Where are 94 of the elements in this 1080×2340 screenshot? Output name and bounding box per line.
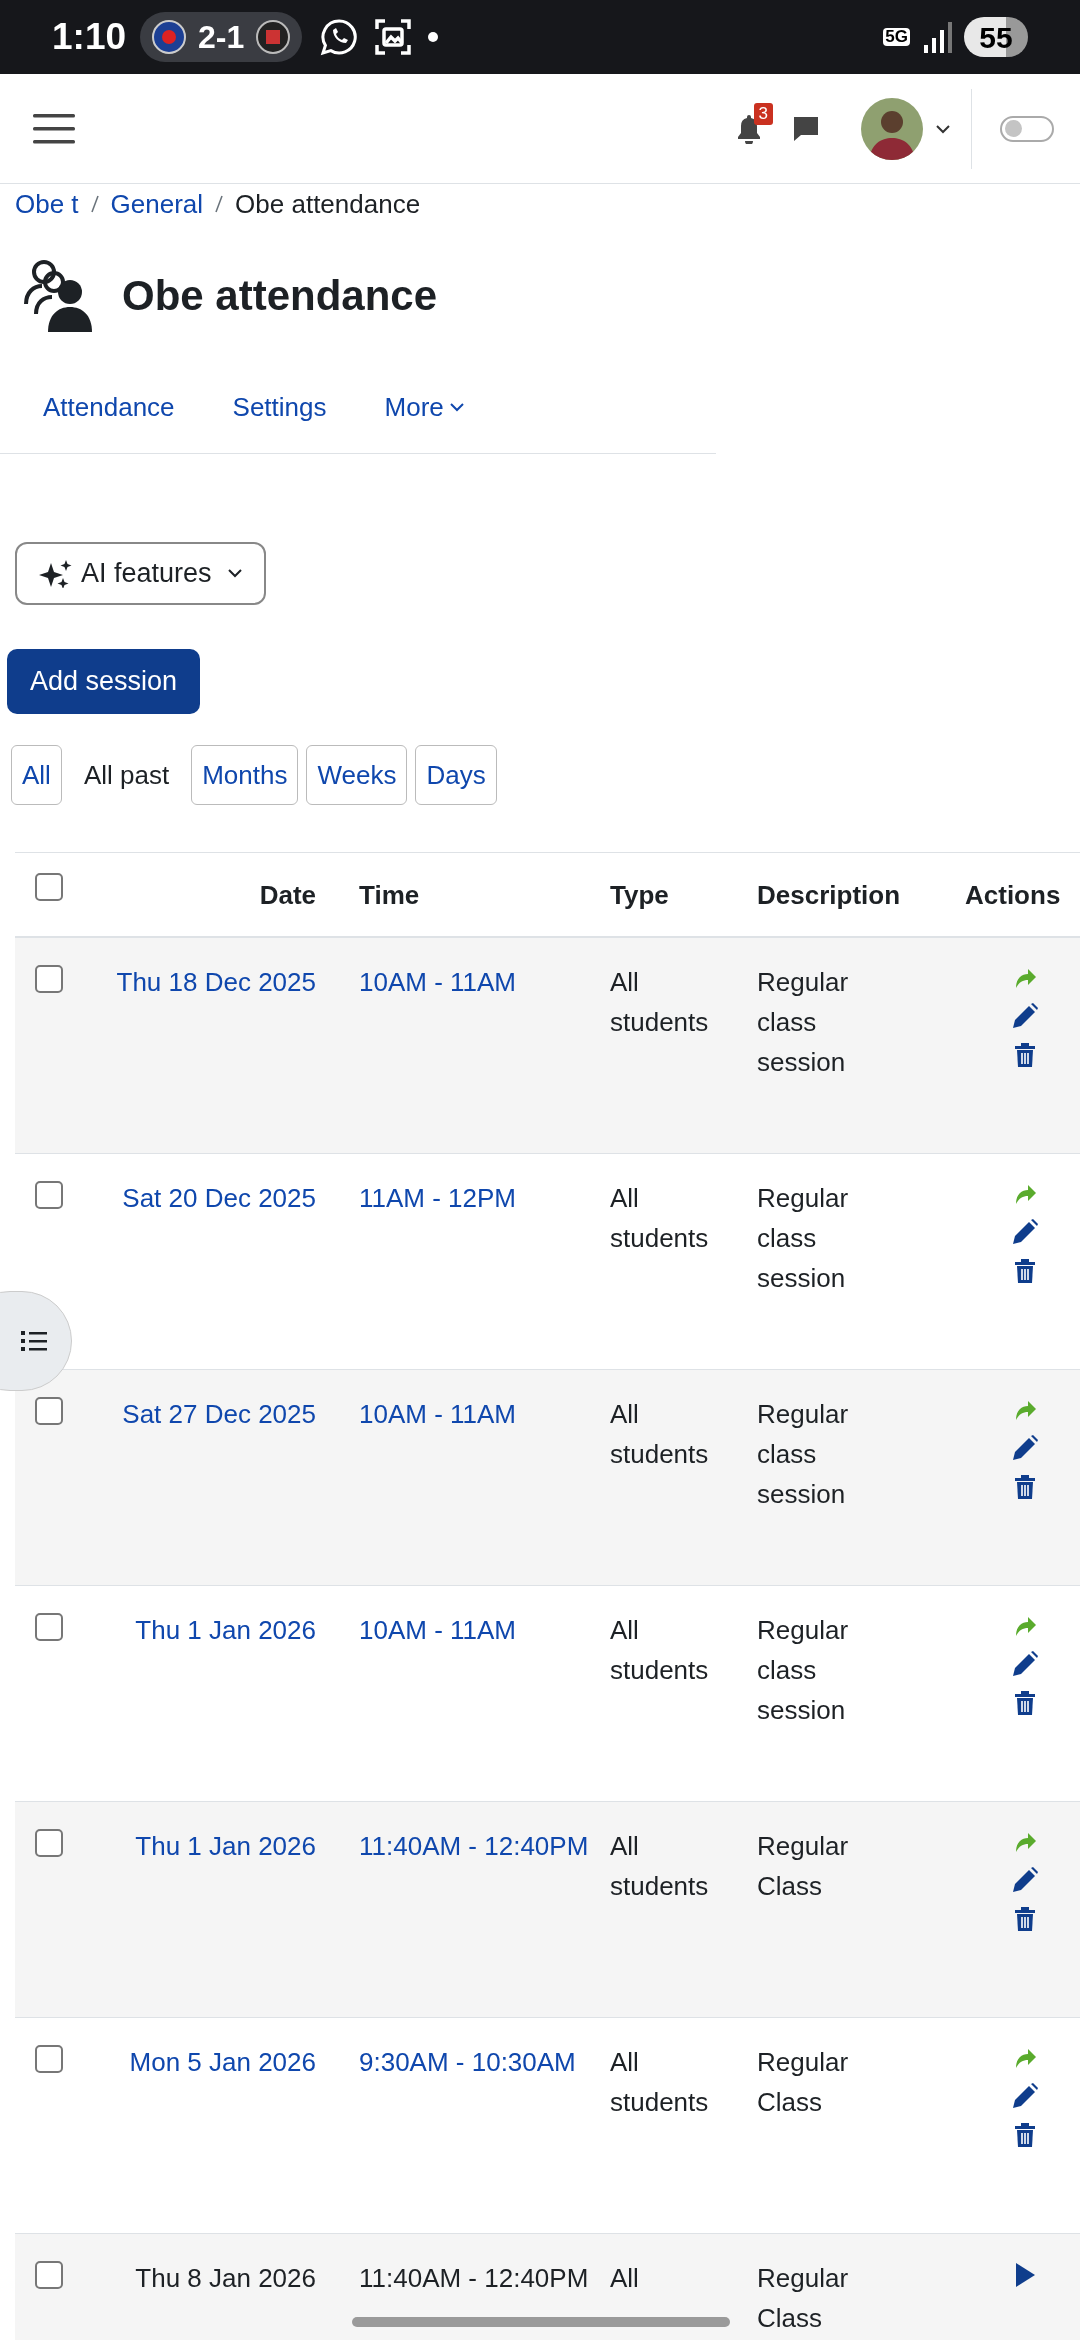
- date-link[interactable]: Thu 18 Dec 2025: [116, 967, 316, 997]
- table-cell-text: Regular class session: [757, 1182, 850, 1295]
- crest-icon: [256, 20, 291, 54]
- arrow-icon[interactable]: [1014, 1614, 1036, 1638]
- checkbox[interactable]: [35, 872, 63, 901]
- table-cell-text: All students: [610, 2046, 710, 2119]
- table-cell-text: Regular class session: [757, 1398, 850, 1511]
- table-cell-text: All students: [610, 1182, 710, 1255]
- filter-tab[interactable]: Weeks: [306, 745, 408, 805]
- separator-icon: [215, 195, 224, 213]
- menu-icon[interactable]: [33, 112, 75, 145]
- table-cell-text: All students: [610, 1830, 710, 1903]
- pencil-icon[interactable]: [1011, 1866, 1039, 1894]
- checkbox[interactable]: [35, 1613, 63, 1641]
- table-cell-text: Regular Class: [757, 2046, 850, 2119]
- breadcrumb-link[interactable]: Obe t: [15, 188, 79, 220]
- checkbox[interactable]: [35, 1829, 63, 1857]
- time-text: 11:40AM - 12:40PM: [359, 2263, 589, 2293]
- table-cell-text: Regular Class: [757, 2262, 850, 2335]
- date-link[interactable]: Sat 20 Dec 2025: [122, 1183, 316, 1213]
- filter-tab[interactable]: All: [11, 745, 62, 805]
- arrow-icon[interactable]: [1014, 2046, 1036, 2070]
- column-header: Time: [359, 879, 420, 910]
- separator-icon: [90, 195, 99, 213]
- arrow-icon[interactable]: [1014, 1398, 1036, 1422]
- table-cell-text: Regular Class: [757, 1830, 850, 1903]
- breadcrumb-link[interactable]: General: [110, 188, 204, 220]
- pencil-icon[interactable]: [1011, 1218, 1039, 1246]
- date-link[interactable]: Thu 1 Jan 2026: [135, 1615, 316, 1645]
- table-cell-text: All students: [610, 1614, 710, 1687]
- table-cell-text: All students: [610, 966, 710, 1039]
- pencil-icon[interactable]: [1011, 2082, 1039, 2110]
- pencil-icon[interactable]: [1011, 1434, 1039, 1462]
- nav-tab[interactable]: More: [384, 388, 444, 427]
- time-link[interactable]: 10AM - 11AM: [359, 1615, 516, 1645]
- column-header: Type: [610, 879, 669, 910]
- trash-icon[interactable]: [1014, 1474, 1036, 1500]
- trash-icon[interactable]: [1014, 2122, 1036, 2148]
- play-icon[interactable]: [1014, 2262, 1036, 2288]
- checkbox[interactable]: [35, 2261, 63, 2289]
- time-link[interactable]: 11:40AM - 12:40PM: [359, 1831, 589, 1861]
- filter-tab[interactable]: Days: [415, 745, 497, 805]
- notification-badge: 3: [753, 102, 773, 125]
- time-link[interactable]: 11AM - 12PM: [359, 1183, 516, 1213]
- time-link[interactable]: 9:30AM - 10:30AM: [359, 2047, 576, 2077]
- clock-time: 1:10: [52, 15, 127, 60]
- chat-app-icon: [320, 18, 359, 56]
- dot-icon: [428, 32, 439, 42]
- add-session-button[interactable]: Add session: [7, 649, 201, 714]
- ai-features-button[interactable]: AI features: [15, 542, 266, 605]
- time-link[interactable]: 10AM - 11AM: [359, 1399, 516, 1429]
- toggle-switch[interactable]: [1000, 115, 1054, 142]
- table-cell-text: Regular class session: [757, 966, 850, 1079]
- trash-icon[interactable]: [1014, 1258, 1036, 1284]
- screenshot-icon: [374, 18, 413, 56]
- date-text: Thu 8 Jan 2026: [135, 2263, 316, 2293]
- nav-tab[interactable]: Settings: [232, 388, 327, 427]
- column-header: Date: [259, 879, 316, 910]
- checkbox[interactable]: [35, 2045, 63, 2073]
- breadcrumb-current: Obe attendance: [235, 188, 421, 220]
- filter-tab[interactable]: Months: [191, 745, 299, 805]
- column-header: Actions: [965, 879, 1061, 910]
- page-title: Obe attendance: [122, 270, 438, 321]
- table-cell-text: All: [610, 2262, 640, 2295]
- pencil-icon[interactable]: [1011, 1002, 1039, 1030]
- sparkle-icon: [39, 559, 73, 588]
- nav-tab[interactable]: Attendance: [43, 388, 175, 427]
- trash-icon[interactable]: [1014, 1042, 1036, 1068]
- list-icon: [21, 1330, 47, 1352]
- crest-icon: [152, 20, 187, 54]
- table-cell-text: All students: [610, 1398, 710, 1471]
- caret-icon: [227, 569, 242, 578]
- arrow-icon[interactable]: [1014, 1182, 1036, 1206]
- checkbox[interactable]: [35, 965, 63, 993]
- time-link[interactable]: 10AM - 11AM: [359, 967, 516, 997]
- signal-icon: [922, 21, 952, 53]
- arrow-icon[interactable]: [1014, 966, 1036, 990]
- date-link[interactable]: Thu 1 Jan 2026: [135, 1831, 316, 1861]
- battery-level: 55: [964, 17, 1028, 57]
- trash-icon[interactable]: [1014, 1906, 1036, 1932]
- checkbox[interactable]: [35, 1397, 63, 1425]
- network-label: 5G: [883, 28, 910, 46]
- trash-icon[interactable]: [1014, 1690, 1036, 1716]
- match-score: 2-1: [198, 18, 245, 57]
- date-link[interactable]: Sat 27 Dec 2025: [122, 1399, 316, 1429]
- checkbox[interactable]: [35, 1181, 63, 1209]
- caret-icon[interactable]: [449, 403, 464, 412]
- date-link[interactable]: Mon 5 Jan 2026: [129, 2047, 316, 2077]
- filter-tab[interactable]: All past: [69, 745, 184, 805]
- pencil-icon[interactable]: [1011, 1650, 1039, 1678]
- column-header: Description: [757, 879, 901, 910]
- arrow-icon[interactable]: [1014, 1830, 1036, 1854]
- table-cell-text: Regular class session: [757, 1614, 850, 1727]
- caret-icon[interactable]: [935, 123, 951, 134]
